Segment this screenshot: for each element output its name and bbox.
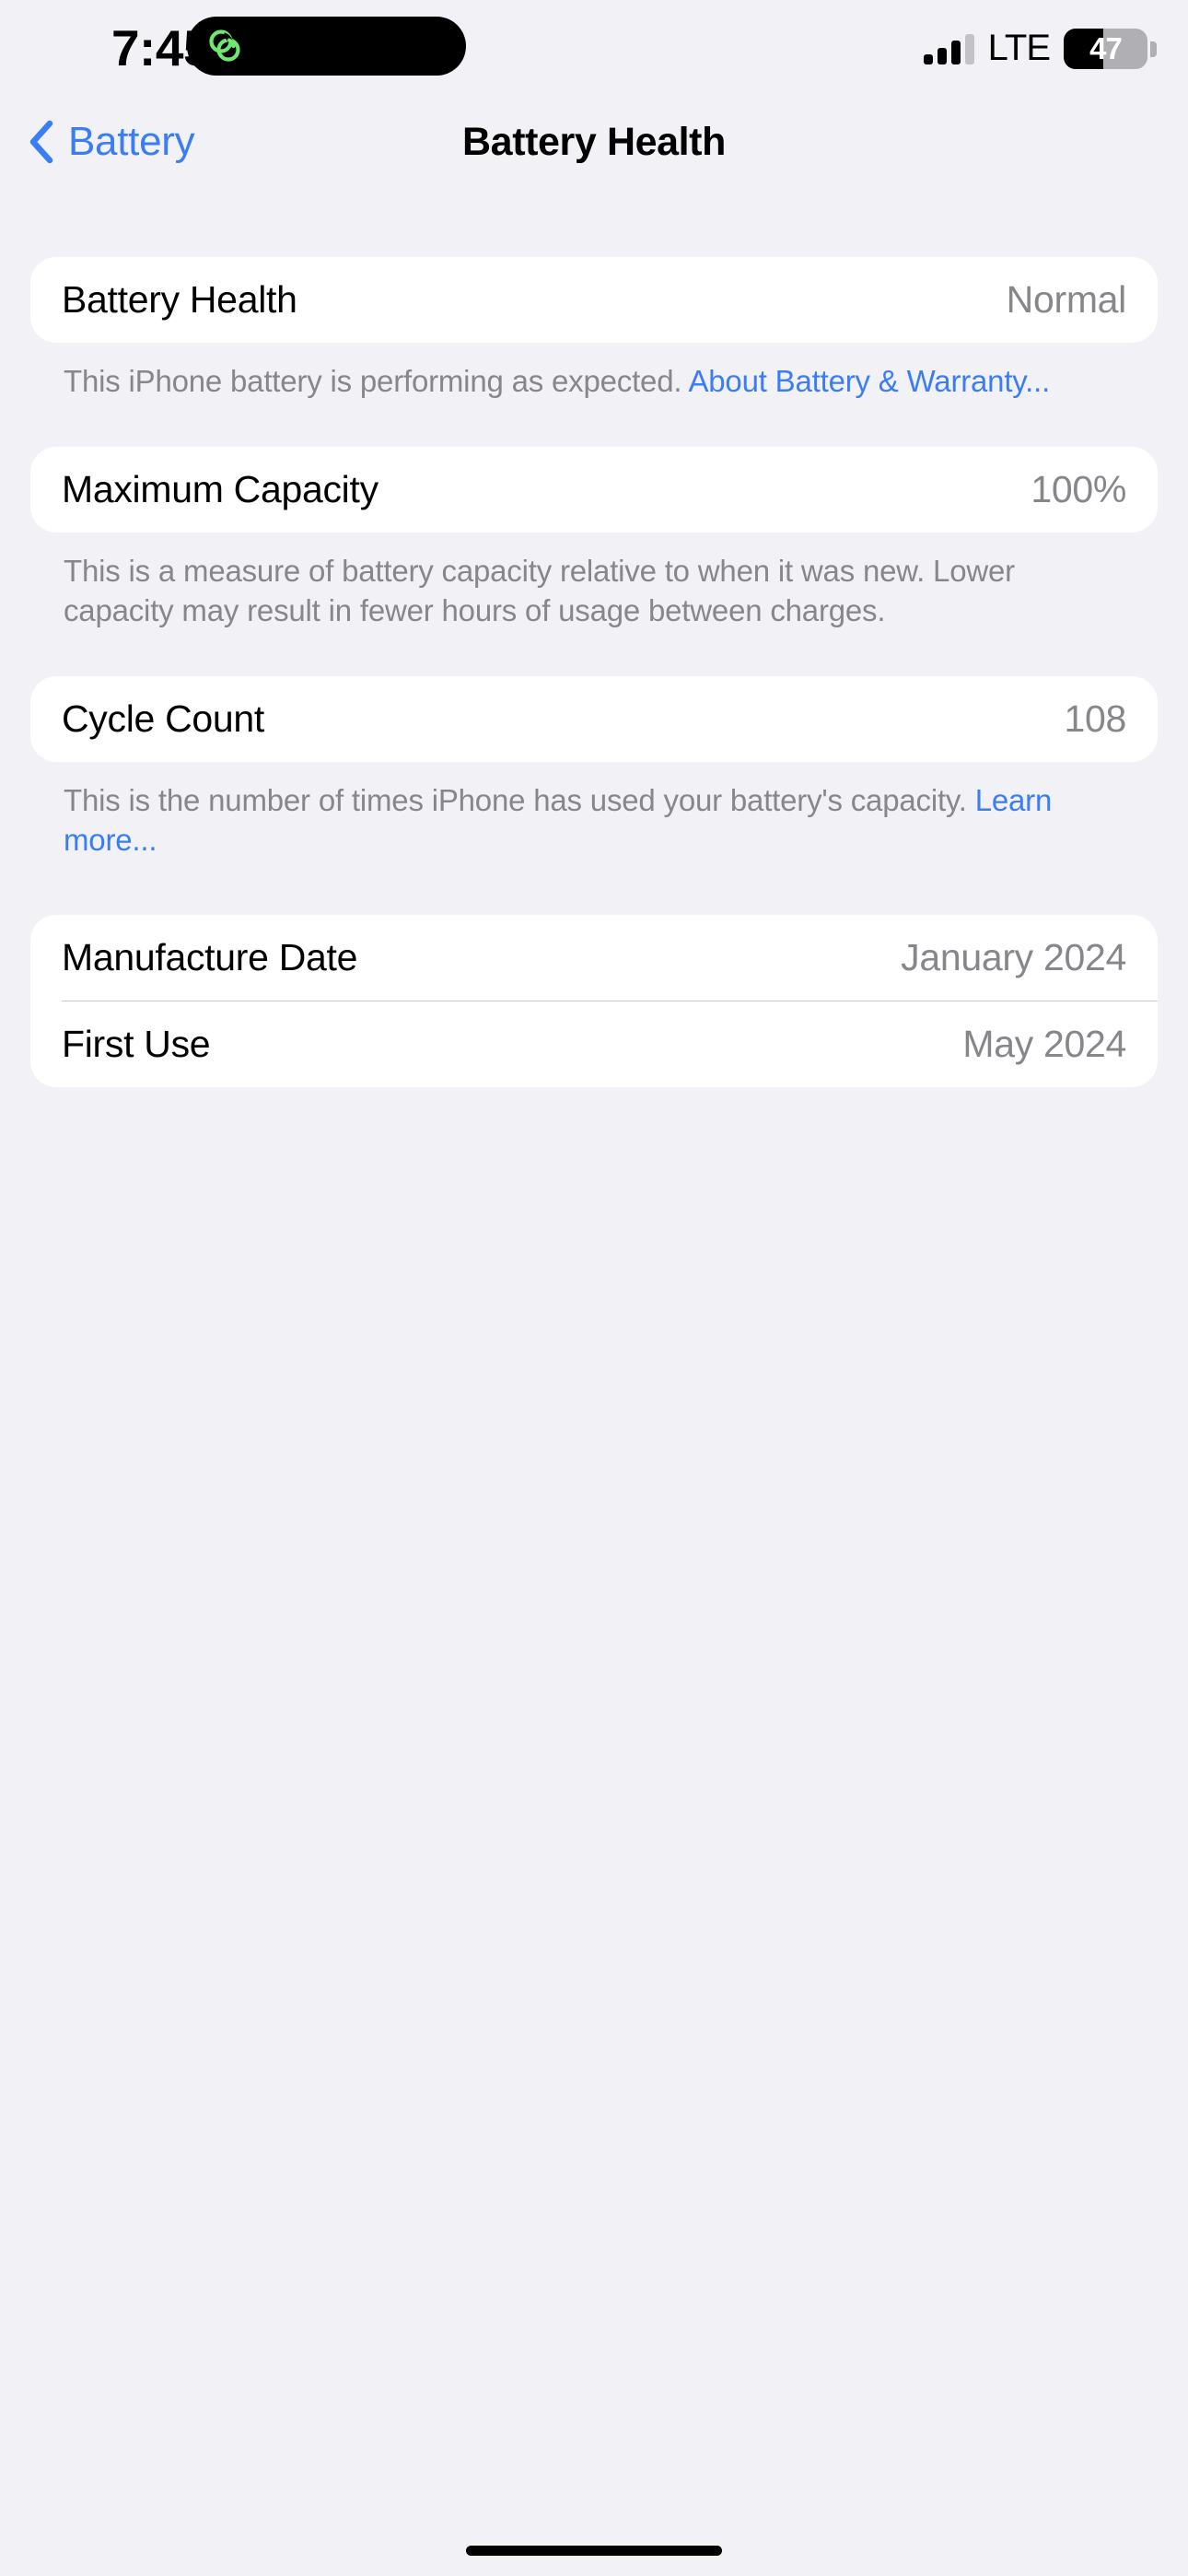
maximum-capacity-card: Maximum Capacity 100% bbox=[30, 447, 1158, 533]
cycle-count-footer-text: This is the number of times iPhone has u… bbox=[64, 783, 975, 817]
cellular-signal-icon bbox=[923, 33, 974, 64]
dynamic-island[interactable] bbox=[187, 17, 466, 76]
row-battery-health-label: Battery Health bbox=[62, 278, 297, 321]
about-battery-warranty-link[interactable]: About Battery & Warranty... bbox=[688, 364, 1050, 398]
row-battery-health[interactable]: Battery Health Normal bbox=[30, 257, 1158, 343]
row-manufacture-date-label: Manufacture Date bbox=[62, 936, 358, 978]
row-cycle-count-label: Cycle Count bbox=[62, 697, 265, 740]
battery-icon: 47 bbox=[1064, 29, 1157, 69]
row-manufacture-date: Manufacture Date January 2024 bbox=[30, 915, 1158, 1001]
cycle-count-card: Cycle Count 108 bbox=[30, 676, 1158, 762]
home-indicator[interactable] bbox=[466, 2546, 722, 2556]
row-cycle-count[interactable]: Cycle Count 108 bbox=[30, 676, 1158, 762]
battery-cap bbox=[1150, 41, 1157, 57]
maximum-capacity-footer: This is a measure of battery capacity re… bbox=[64, 554, 1015, 627]
row-maximum-capacity-value: 100% bbox=[1031, 468, 1126, 510]
row-first-use-label: First Use bbox=[62, 1023, 211, 1065]
status-bar: 7:45 LTE 47 bbox=[0, 0, 1188, 101]
battery-health-footer: This iPhone battery is performing as exp… bbox=[30, 343, 1158, 401]
battery-dates-card: Manufacture Date January 2024 First Use … bbox=[30, 915, 1158, 1087]
settings-content: Battery Health Normal This iPhone batter… bbox=[0, 182, 1188, 1087]
network-type-label: LTE bbox=[987, 27, 1051, 68]
row-first-use: First Use May 2024 bbox=[30, 1001, 1158, 1087]
green-loop-icon bbox=[209, 29, 240, 62]
spacer-top bbox=[30, 182, 1158, 257]
status-bar-indicators: LTE 47 bbox=[923, 0, 1157, 101]
battery-percent-label: 47 bbox=[1089, 31, 1123, 65]
row-maximum-capacity-label: Maximum Capacity bbox=[62, 468, 379, 510]
row-manufacture-date-value: January 2024 bbox=[901, 936, 1126, 978]
row-battery-health-value: Normal bbox=[1006, 278, 1127, 321]
row-maximum-capacity[interactable]: Maximum Capacity 100% bbox=[30, 447, 1158, 533]
navigation-bar: Battery Battery Health bbox=[0, 101, 1188, 182]
battery-health-footer-text: This iPhone battery is performing as exp… bbox=[64, 364, 689, 398]
row-cycle-count-value: 108 bbox=[1064, 697, 1126, 740]
battery-health-card: Battery Health Normal bbox=[30, 257, 1158, 343]
row-first-use-value: May 2024 bbox=[962, 1023, 1126, 1065]
page-title: Battery Health bbox=[462, 119, 726, 164]
cycle-count-footer: This is the number of times iPhone has u… bbox=[30, 762, 1158, 860]
